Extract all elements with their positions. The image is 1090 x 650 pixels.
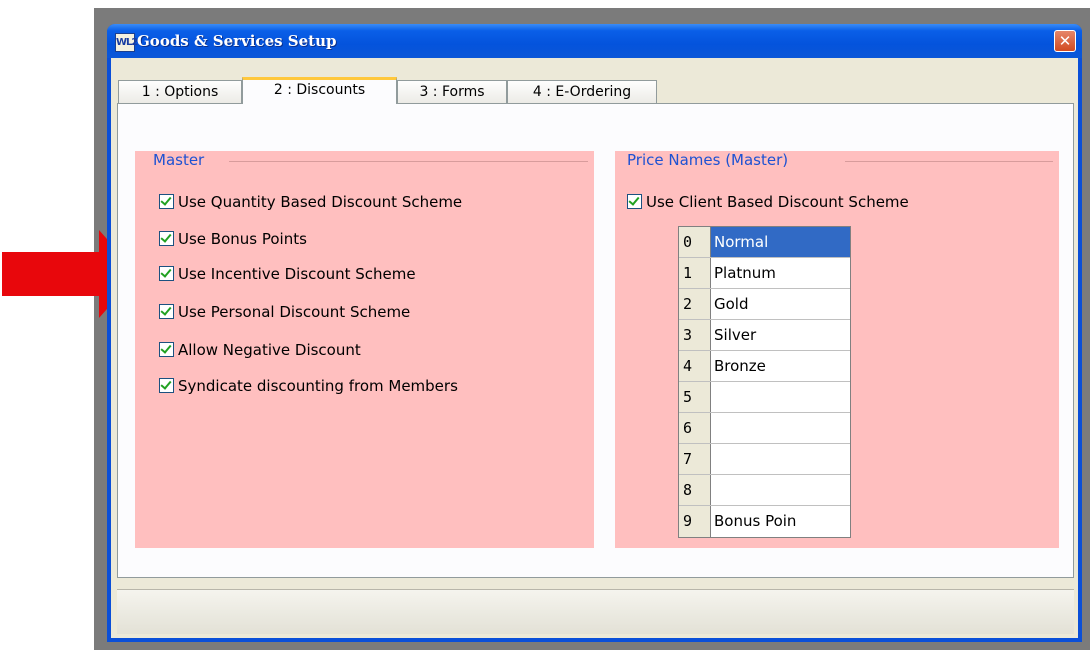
checkbox-syndicate-discounting[interactable]: Syndicate discounting from Members	[159, 376, 458, 396]
checkbox-label: Use Bonus Points	[178, 230, 307, 248]
price-name-cell[interactable]: Platnum	[711, 258, 850, 288]
checkbox-label: Use Personal Discount Scheme	[178, 303, 411, 321]
checkbox-client-based-discount[interactable]: Use Client Based Discount Scheme	[627, 192, 909, 212]
row-number: 5	[679, 382, 711, 412]
checkbox-checked-icon[interactable]	[159, 231, 174, 246]
title-bar[interactable]: WL2 Goods & Services Setup ✕	[107, 24, 1082, 58]
grid-row[interactable]: 1 Platnum	[679, 258, 850, 289]
close-button[interactable]: ✕	[1054, 30, 1076, 52]
price-name-cell[interactable]	[711, 413, 850, 443]
grid-row[interactable]: 7	[679, 444, 850, 475]
row-number: 9	[679, 506, 711, 537]
app-icon: WL2	[115, 33, 138, 52]
row-number: 2	[679, 289, 711, 319]
price-name-cell[interactable]	[711, 475, 850, 505]
group-separator	[229, 161, 588, 162]
row-number: 8	[679, 475, 711, 505]
master-group: Master Use Quantity Based Discount Schem…	[135, 151, 594, 548]
price-names-grid[interactable]: 0 Normal 1 Platnum 2 Gold 3 Silver 4 Bronze 5…	[678, 226, 851, 538]
grid-row[interactable]: 9 Bonus Poin	[679, 506, 850, 537]
tab-strip: 1 : Options 2 : Discounts 3 : Forms 4 : …	[118, 77, 968, 104]
checkbox-checked-icon[interactable]	[159, 378, 174, 393]
goods-services-setup-window: WL2 Goods & Services Setup ✕ 1 : Options…	[107, 24, 1082, 642]
tab-forms[interactable]: 3 : Forms	[397, 80, 507, 103]
price-names-group-title: Price Names (Master)	[627, 151, 789, 169]
row-number: 4	[679, 351, 711, 381]
price-name-cell[interactable]: Normal	[711, 227, 850, 257]
tab-e-ordering[interactable]: 4 : E-Ordering	[507, 80, 657, 103]
window-client-area: 1 : Options 2 : Discounts 3 : Forms 4 : …	[111, 58, 1078, 638]
checkbox-checked-icon[interactable]	[159, 342, 174, 357]
grid-row[interactable]: 4 Bronze	[679, 351, 850, 382]
price-name-cell[interactable]	[711, 444, 850, 474]
grid-row[interactable]: 8	[679, 475, 850, 506]
checkbox-checked-icon[interactable]	[159, 266, 174, 281]
grid-row[interactable]: 6	[679, 413, 850, 444]
row-number: 6	[679, 413, 711, 443]
window-title: Goods & Services Setup	[137, 32, 337, 50]
checkbox-label: Use Quantity Based Discount Scheme	[178, 193, 463, 211]
checkbox-checked-icon[interactable]	[627, 194, 642, 209]
checkbox-checked-icon[interactable]	[159, 304, 174, 319]
row-number: 3	[679, 320, 711, 350]
checkbox-label: Use Incentive Discount Scheme	[178, 265, 416, 283]
grid-row[interactable]: 3 Silver	[679, 320, 850, 351]
checkbox-bonus-points[interactable]: Use Bonus Points	[159, 229, 307, 249]
checkbox-quantity-based-discount[interactable]: Use Quantity Based Discount Scheme	[159, 192, 462, 212]
checkbox-checked-icon[interactable]	[159, 194, 174, 209]
discounts-tab-panel: Master Use Quantity Based Discount Schem…	[117, 103, 1074, 578]
status-bar	[117, 589, 1074, 634]
row-number: 7	[679, 444, 711, 474]
master-group-title: Master	[153, 151, 205, 169]
price-names-group: Price Names (Master) Use Client Based Di…	[615, 151, 1059, 548]
row-number: 0	[679, 227, 711, 257]
grid-row[interactable]: 0 Normal	[679, 227, 850, 258]
price-name-cell[interactable]: Bronze	[711, 351, 850, 381]
grid-row[interactable]: 5	[679, 382, 850, 413]
checkbox-label: Syndicate discounting from Members	[178, 377, 458, 395]
price-name-cell[interactable]: Silver	[711, 320, 850, 350]
tab-discounts[interactable]: 2 : Discounts	[242, 77, 397, 104]
price-name-cell[interactable]: Gold	[711, 289, 850, 319]
checkbox-incentive-discount[interactable]: Use Incentive Discount Scheme	[159, 264, 416, 284]
checkbox-label: Allow Negative Discount	[178, 341, 361, 359]
checkbox-personal-discount[interactable]: Use Personal Discount Scheme	[159, 302, 410, 322]
checkbox-allow-negative-discount[interactable]: Allow Negative Discount	[159, 340, 361, 360]
row-number: 1	[679, 258, 711, 288]
checkbox-label: Use Client Based Discount Scheme	[646, 193, 909, 211]
price-name-cell[interactable]: Bonus Poin	[711, 506, 850, 537]
tab-options[interactable]: 1 : Options	[118, 80, 242, 103]
group-separator	[845, 161, 1053, 162]
grid-row[interactable]: 2 Gold	[679, 289, 850, 320]
price-name-cell[interactable]	[711, 382, 850, 412]
